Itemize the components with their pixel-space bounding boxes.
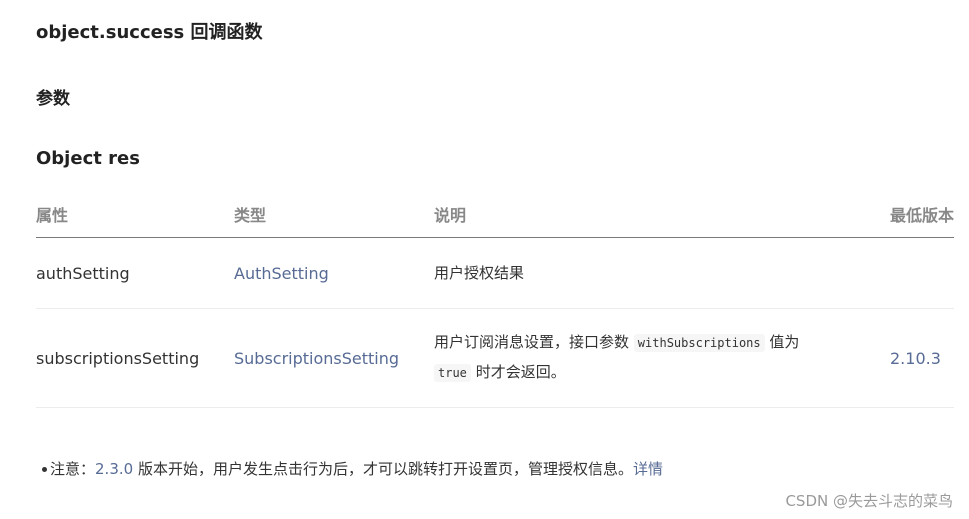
cell-version (890, 237, 954, 309)
cell-property: subscriptionsSetting (36, 308, 234, 408)
header-min-version: 最低版本 (890, 191, 954, 238)
cell-property: authSetting (36, 237, 234, 309)
header-property: 属性 (36, 191, 234, 238)
object-res-heading: Object res (36, 148, 140, 169)
watermark: CSDN @失去斗志的菜鸟 (785, 492, 953, 510)
desc-text-pre: 用户订阅消息设置，接口参数 (434, 333, 630, 351)
version-link[interactable]: 2.10.3 (890, 349, 941, 368)
callback-heading: object.success 回调函数 (36, 22, 263, 43)
params-heading: 参数 (36, 89, 70, 109)
desc-text-mid: 值为 (769, 333, 800, 351)
note-item: 注意：2.3.0 版本开始，用户发生点击行为后，才可以跳转打开设置页，管理授权信… (42, 458, 663, 479)
version-link-2-3-0[interactable]: 2.3.0 (95, 460, 133, 478)
cell-description: 用户授权结果 (434, 237, 890, 309)
header-type: 类型 (234, 191, 434, 238)
desc-text-post: 时才会返回。 (475, 363, 566, 381)
header-description: 说明 (434, 191, 890, 238)
table-row: subscriptionsSetting SubscriptionsSettin… (36, 308, 954, 408)
params-table: 属性 类型 说明 最低版本 authSetting AuthSetting 用户… (36, 191, 954, 408)
bullet-icon (42, 467, 47, 472)
detail-link[interactable]: 详情 (633, 460, 663, 478)
note-text: 版本开始，用户发生点击行为后，才可以跳转打开设置页，管理授权信息。 (137, 460, 633, 478)
note-prefix: 注意： (50, 460, 96, 478)
type-link-authsetting[interactable]: AuthSetting (234, 264, 329, 283)
table-header-row: 属性 类型 说明 最低版本 (36, 191, 954, 238)
type-link-subscriptionssetting[interactable]: SubscriptionsSetting (234, 349, 399, 368)
table-row: authSetting AuthSetting 用户授权结果 (36, 237, 954, 309)
cell-description: 用户订阅消息设置，接口参数 withSubscriptions 值为 true … (434, 308, 890, 408)
code-true: true (434, 364, 471, 382)
code-withsubscriptions: withSubscriptions (633, 334, 765, 352)
